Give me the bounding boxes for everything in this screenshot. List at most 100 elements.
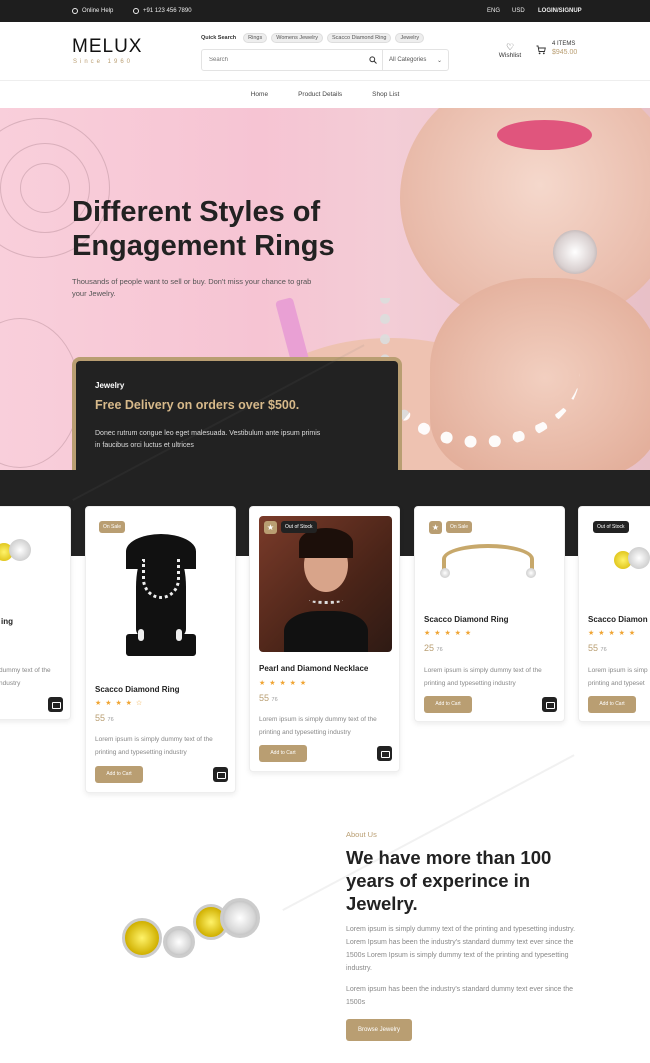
- delivery-offer: Free Delivery on orders over $500.: [95, 398, 300, 412]
- product-card[interactable]: On Sale Scacco Diamond Ring ★ ★ ★ ★ ☆ 55…: [85, 506, 236, 793]
- product-card[interactable]: ing dummy text of the ndustry: [0, 506, 71, 720]
- product-desc: dummy text of the ndustry: [0, 667, 51, 687]
- rating-stars: ★ ★ ★ ★ ★: [588, 630, 637, 637]
- main-nav: Home Product Details Shop List: [0, 81, 650, 108]
- product-image: [440, 542, 540, 582]
- cart-button[interactable]: 4 ITEMS $945.00: [536, 41, 577, 56]
- price-unit: 76: [271, 697, 278, 703]
- product-image: [259, 516, 392, 652]
- wishlist-label: Wishlist: [498, 52, 522, 59]
- header: MELUX Since 1960 Quick Search Rings Wome…: [0, 22, 650, 81]
- product-desc: Lorem ipsum is simply dummy text of the …: [424, 667, 542, 687]
- product-image: [0, 537, 45, 567]
- cart-icon: [536, 45, 546, 55]
- quick-search-chip[interactable]: Jewelry: [395, 33, 425, 43]
- about-rings-image: [118, 878, 278, 973]
- login-signup-link[interactable]: LOGIN/SIGNUP: [538, 8, 582, 14]
- chevron-down-icon: ⌄: [436, 57, 442, 64]
- compare-icon[interactable]: [542, 697, 557, 712]
- compare-icon[interactable]: [213, 767, 228, 782]
- nav-shop-list[interactable]: Shop List: [372, 91, 399, 98]
- featured-star-icon: ★: [429, 521, 442, 534]
- search-button[interactable]: [364, 50, 382, 70]
- about-title: We have more than 100 years of experince…: [346, 847, 552, 914]
- nav-home[interactable]: Home: [251, 91, 268, 98]
- rating-stars: ★ ★ ★ ★ ☆: [95, 700, 144, 707]
- top-bar: Online Help +91 123 456 7890 ENG USD LOG…: [0, 0, 650, 22]
- about-paragraph-2: Lorem ipsum has been the industry's stan…: [346, 986, 574, 1006]
- phone-label: +91 123 456 7890: [143, 8, 192, 14]
- product-title: Pearl and Diamond Necklace: [259, 664, 369, 673]
- online-help-link[interactable]: Online Help: [72, 8, 113, 14]
- add-to-cart-button[interactable]: Add to Cart: [588, 696, 636, 713]
- quick-search: Quick Search Rings Womens Jewelry Scacco…: [201, 33, 425, 43]
- out-of-stock-badge: Out of Stock: [281, 521, 317, 533]
- search-icon: [369, 56, 377, 64]
- product-desc: Lorem ipsum is simp printing and typeset: [588, 667, 648, 687]
- cart-items: 4 ITEMS: [552, 41, 576, 47]
- compare-icon[interactable]: [377, 746, 392, 761]
- product-card[interactable]: ★ On Sale Scacco Diamond Ring ★ ★ ★ ★ ★ …: [414, 506, 565, 722]
- add-to-cart-button[interactable]: Add to Cart: [424, 696, 472, 713]
- brand-name: MELUX: [72, 36, 143, 57]
- phone-icon: [133, 8, 139, 14]
- quick-search-chip[interactable]: Womens Jewelry: [271, 33, 324, 43]
- featured-star-icon: ★: [264, 521, 277, 534]
- price-unit: 76: [600, 647, 607, 653]
- price-value: 55: [95, 713, 106, 723]
- product-title: Scacco Diamond Ring: [95, 685, 180, 694]
- diamond-necklace: [380, 298, 580, 448]
- product-card[interactable]: Out of Stock Scacco Diamon ★ ★ ★ ★ ★ 55 …: [578, 506, 650, 722]
- product-price: 55 76: [588, 643, 607, 653]
- category-select-label: All Categories: [389, 57, 427, 63]
- logo[interactable]: MELUX Since 1960: [72, 36, 142, 65]
- product-image: [614, 547, 650, 577]
- category-select[interactable]: All Categories ⌄: [382, 50, 448, 70]
- price-unit: 76: [436, 647, 443, 653]
- product-price: 55 76: [259, 693, 278, 703]
- help-icon: [72, 8, 78, 14]
- quick-search-chip[interactable]: Scacco Diamond Ring: [327, 33, 392, 43]
- product-title: Scacco Diamond Ring: [424, 615, 509, 624]
- add-to-cart-button[interactable]: Add to Cart: [95, 766, 143, 783]
- delivery-tag: Jewelry: [95, 381, 125, 390]
- hero-subtitle: Thousands of people want to sell or buy.…: [72, 277, 312, 298]
- compare-icon[interactable]: [48, 697, 63, 712]
- sale-badge: On Sale: [446, 521, 473, 533]
- product-desc: Lorem ipsum is simply dummy text of the …: [95, 736, 213, 756]
- about-eyebrow: About Us: [346, 830, 377, 839]
- model-lips: [497, 120, 592, 150]
- product-image: [116, 529, 206, 659]
- cart-amount: $945.00: [552, 49, 578, 56]
- currency-selector[interactable]: USD: [512, 8, 525, 14]
- delivery-card: Jewelry Free Delivery on orders over $50…: [72, 357, 402, 470]
- product-price: 55 76: [95, 713, 114, 723]
- search-bar: All Categories ⌄: [201, 49, 449, 71]
- brand-since: Since 1960: [73, 59, 134, 65]
- about-paragraph-1: Lorem ipsum is simply dummy text of the …: [346, 926, 576, 972]
- rating-stars: ★ ★ ★ ★ ★: [424, 630, 473, 637]
- online-help-label: Online Help: [82, 8, 114, 14]
- price-value: 55: [259, 693, 270, 703]
- rating-stars: ★ ★ ★ ★ ★: [259, 680, 308, 687]
- product-card[interactable]: ★ Out of Stock Pearl and Diamond Necklac…: [249, 506, 400, 772]
- quick-search-label: Quick Search: [201, 35, 237, 41]
- nav-product-details[interactable]: Product Details: [298, 91, 342, 98]
- browse-jewelry-button[interactable]: Browse Jewelry: [346, 1019, 412, 1041]
- price-value: 25: [424, 643, 435, 653]
- wishlist-button[interactable]: ♡ Wishlist: [497, 42, 523, 59]
- price-unit: 76: [107, 717, 114, 723]
- product-price: 25 76: [424, 643, 443, 653]
- delivery-desc: Donec rutrum congue leo eget malesuada. …: [95, 430, 321, 449]
- phone-link[interactable]: +91 123 456 7890: [133, 8, 192, 14]
- out-of-stock-badge: Out of Stock: [593, 521, 629, 533]
- search-input[interactable]: [202, 50, 364, 70]
- add-to-cart-button[interactable]: Add to Cart: [259, 745, 307, 762]
- product-title: ing: [1, 617, 13, 626]
- rose-outline: [0, 318, 80, 468]
- heart-icon: ♡: [505, 42, 515, 52]
- quick-search-chip[interactable]: Rings: [243, 33, 268, 43]
- product-title: Scacco Diamon: [588, 615, 648, 624]
- price-value: 55: [588, 643, 599, 653]
- language-selector[interactable]: ENG: [487, 8, 500, 14]
